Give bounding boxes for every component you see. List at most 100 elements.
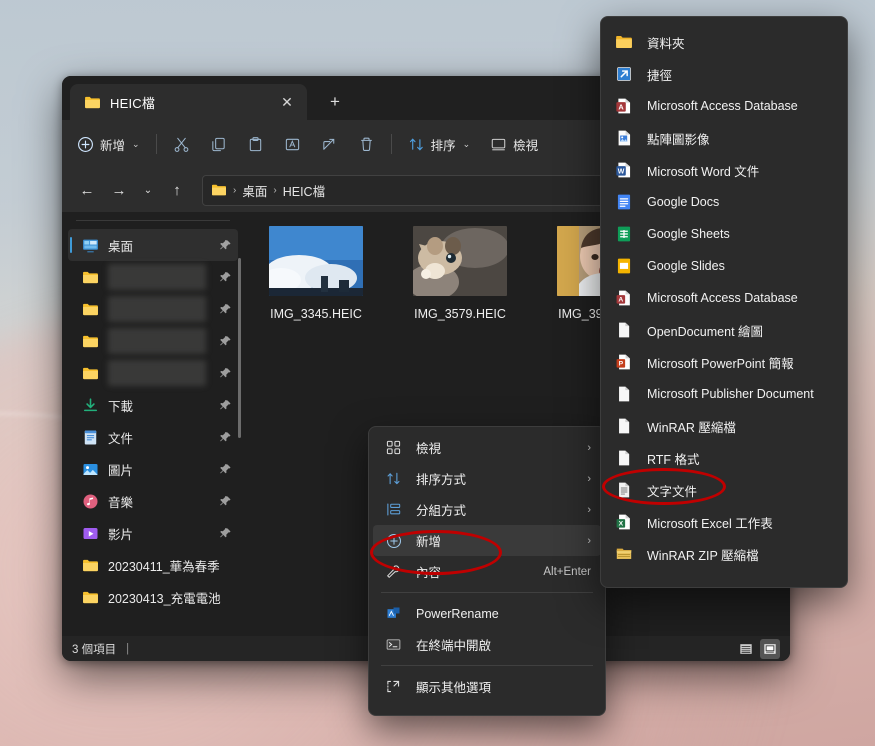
pin-icon[interactable]	[219, 495, 232, 508]
sidebar-item-label: 20230411_華為春季	[108, 556, 232, 575]
submenu-item-bitmap-image[interactable]: 點陣圖影像	[605, 122, 843, 154]
menu-item-label: 顯示其他選項	[416, 677, 591, 696]
up-button[interactable]: ↑	[162, 175, 192, 205]
tab-title: HEIC檔	[110, 93, 266, 112]
tab-heic[interactable]: HEIC檔 ✕	[70, 84, 307, 120]
sidebar-item-pictures[interactable]: 圖片	[68, 453, 238, 485]
sidebar-item-label: 音樂	[108, 492, 210, 511]
rename-button[interactable]	[275, 128, 310, 160]
pin-icon[interactable]	[219, 239, 232, 252]
submenu-item-winrar-archive[interactable]: WinRAR 壓縮檔	[605, 410, 843, 442]
pin-icon[interactable]	[219, 463, 232, 476]
pin-icon[interactable]	[219, 367, 232, 380]
sidebar-item-downloads[interactable]: 下載	[68, 389, 238, 421]
copy-button[interactable]	[201, 128, 236, 160]
submenu-item-word-document[interactable]: W Microsoft Word 文件	[605, 154, 843, 186]
pin-icon[interactable]	[219, 335, 232, 348]
thumbnail-sky-clouds	[269, 226, 363, 296]
menu-item-new[interactable]: 新增 ›	[373, 525, 601, 556]
cut-icon	[173, 136, 190, 153]
submenu-item-shortcut[interactable]: 捷徑	[605, 58, 843, 90]
svg-text:P: P	[619, 361, 624, 368]
breadcrumb-item-heic[interactable]: HEIC檔	[283, 181, 325, 200]
submenu-item-opendocument-drawing[interactable]: OpenDocument 繪圖	[605, 314, 843, 346]
submenu-item-google-docs[interactable]: Google Docs	[605, 186, 843, 218]
submenu-item-google-sheets[interactable]: Google Sheets	[605, 218, 843, 250]
submenu-item-folder[interactable]: 資料夾	[605, 26, 843, 58]
submenu-item-label: RTF 格式	[647, 449, 700, 468]
documents-icon	[82, 429, 99, 446]
share-button[interactable]	[312, 128, 347, 160]
pictures-icon	[82, 461, 99, 478]
sidebar-item-label: 圖片	[108, 460, 210, 479]
menu-item-open-in-terminal[interactable]: 在終端中開啟	[373, 629, 601, 660]
menu-item-label: PowerRename	[416, 607, 591, 621]
sort-button[interactable]: 排序 ⌄	[399, 128, 480, 160]
menu-item-label: 內容	[416, 562, 529, 581]
menu-item-view[interactable]: 檢視 ›	[373, 432, 601, 463]
submenu-item-label: 文字文件	[647, 481, 697, 500]
submenu-item-google-slides[interactable]: Google Slides	[605, 250, 843, 282]
sidebar-item-blurred-1[interactable]	[68, 261, 238, 293]
word-icon: W	[615, 161, 633, 179]
pin-icon[interactable]	[219, 303, 232, 316]
chevron-down-icon[interactable]: ⌄	[132, 139, 140, 150]
recent-locations-button[interactable]: ⌄	[136, 175, 160, 205]
group-icon	[385, 501, 402, 518]
new-item-button[interactable]: 新增 ⌄	[68, 128, 149, 160]
videos-icon	[82, 525, 99, 542]
pin-icon[interactable]	[219, 527, 232, 540]
new-tab-button[interactable]: +	[319, 86, 351, 118]
close-icon[interactable]: ✕	[275, 90, 299, 114]
file-item[interactable]: IMG_3579.HEIC	[400, 226, 520, 321]
menu-item-properties[interactable]: 內容 Alt+Enter	[373, 556, 601, 587]
delete-button[interactable]	[349, 128, 384, 160]
pin-icon[interactable]	[219, 431, 232, 444]
sidebar-item-label: 文件	[108, 428, 210, 447]
submenu-item-excel-worksheet[interactable]: X Microsoft Excel 工作表	[605, 506, 843, 538]
back-button[interactable]: ←	[72, 175, 102, 205]
rename-icon	[284, 136, 301, 153]
sidebar-item-videos[interactable]: 影片	[68, 517, 238, 549]
menu-item-powerrename[interactable]: PowerRename	[373, 598, 601, 629]
breadcrumb-item-desktop[interactable]: 桌面	[242, 181, 267, 200]
submenu-item-label: Microsoft PowerPoint 簡報	[647, 353, 794, 372]
sidebar-item-blurred-4[interactable]	[68, 357, 238, 389]
submenu-item-text-document[interactable]: 文字文件	[605, 474, 843, 506]
chevron-down-icon[interactable]: ⌄	[463, 139, 471, 150]
large-icons-view-icon[interactable]	[760, 639, 780, 659]
sidebar-item-desktop[interactable]: 桌面	[68, 229, 238, 261]
sort-icon	[385, 470, 402, 487]
submenu-item-powerpoint-presentation[interactable]: P Microsoft PowerPoint 簡報	[605, 346, 843, 378]
file-item[interactable]: IMG_3345.HEIC	[256, 226, 376, 321]
submenu-item-rtf-format[interactable]: RTF 格式	[605, 442, 843, 474]
cut-button[interactable]	[164, 128, 199, 160]
view-button[interactable]: 檢視	[481, 128, 547, 160]
forward-button[interactable]: →	[104, 175, 134, 205]
submenu-item-access-database-2[interactable]: A Microsoft Access Database	[605, 282, 843, 314]
sidebar-item-blurred-3[interactable]	[68, 325, 238, 357]
sidebar-scrollbar[interactable]	[238, 258, 241, 438]
sidebar-item-folder-20230413[interactable]: 20230413_充電電池	[68, 581, 238, 613]
pin-icon[interactable]	[219, 399, 232, 412]
sidebar-item-music[interactable]: 音樂	[68, 485, 238, 517]
chevron-right-icon: ›	[587, 442, 591, 454]
delete-icon	[358, 136, 375, 153]
menu-item-show-more-options[interactable]: 顯示其他選項	[373, 671, 601, 702]
pin-icon[interactable]	[219, 271, 232, 284]
sidebar-item-documents[interactable]: 文件	[68, 421, 238, 453]
sidebar-item-blurred-2[interactable]	[68, 293, 238, 325]
submenu-item-label: 點陣圖影像	[647, 129, 710, 148]
sidebar-item-folder-20230411[interactable]: 20230411_華為春季	[68, 549, 238, 581]
menu-item-group-by[interactable]: 分組方式 ›	[373, 494, 601, 525]
submenu-item-access-database[interactable]: A Microsoft Access Database	[605, 90, 843, 122]
sidebar-item-label	[108, 296, 206, 322]
menu-item-sort-by[interactable]: 排序方式 ›	[373, 463, 601, 494]
submenu-item-winrar-zip-archive[interactable]: WinRAR ZIP 壓縮檔	[605, 538, 843, 570]
submenu-item-label: Google Sheets	[647, 227, 730, 241]
share-icon	[321, 136, 338, 153]
details-view-icon[interactable]	[736, 639, 756, 659]
paste-button[interactable]	[238, 128, 273, 160]
copy-icon	[210, 136, 227, 153]
submenu-item-publisher-document[interactable]: Microsoft Publisher Document	[605, 378, 843, 410]
